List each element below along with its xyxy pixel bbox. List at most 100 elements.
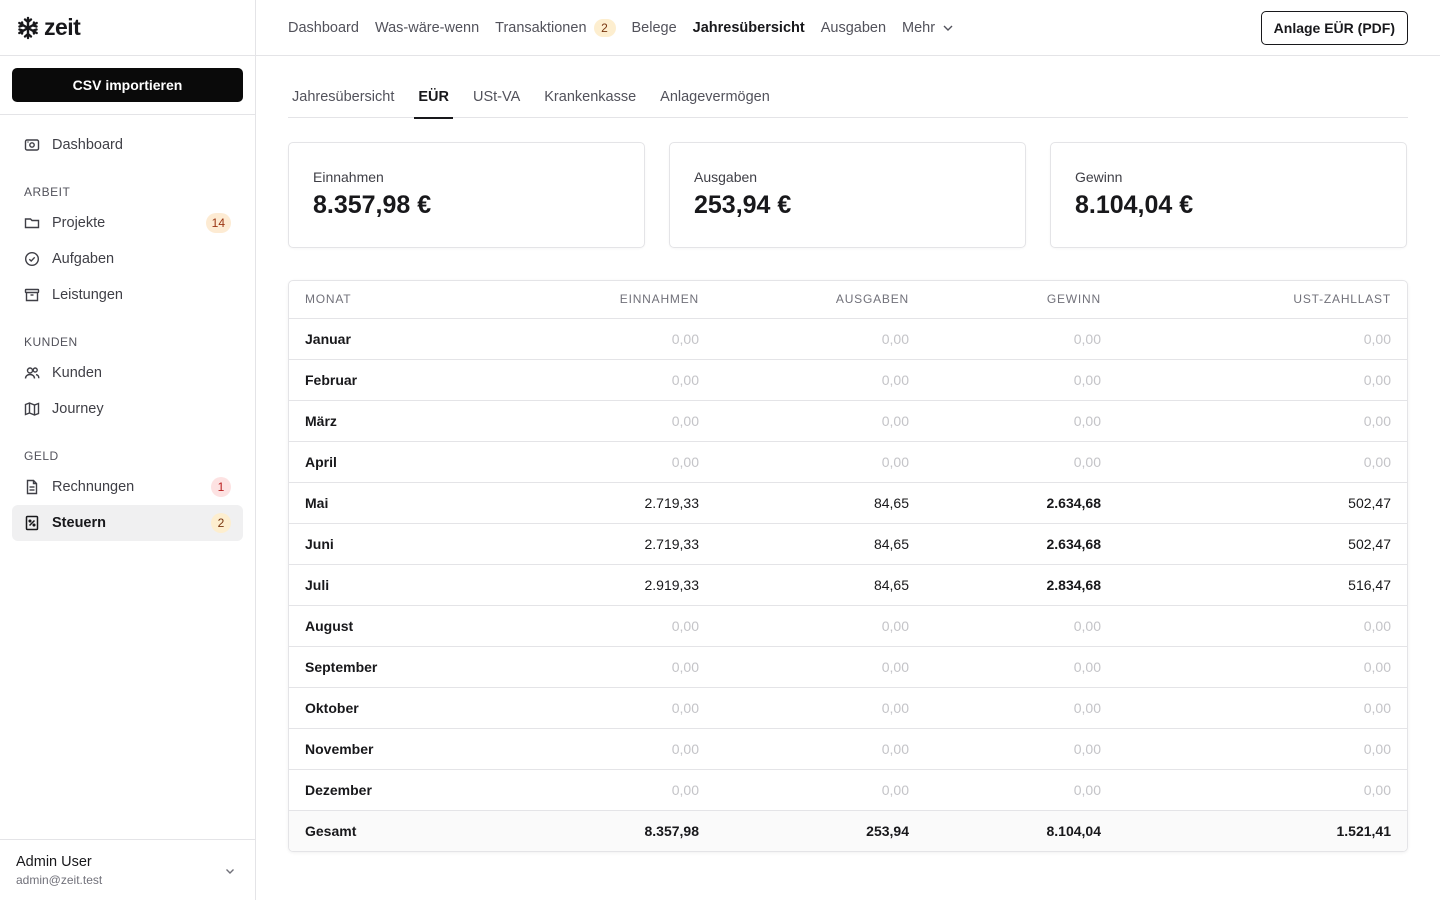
cell-income: 0,00 (499, 400, 715, 442)
cell-profit: 0,00 (925, 318, 1117, 360)
check-circle-icon (24, 251, 40, 267)
cell-income: 0,00 (499, 728, 715, 770)
dashboard-icon (24, 137, 40, 153)
topnav-more[interactable]: Mehr (902, 20, 954, 36)
cell-expenses: 0,00 (715, 769, 925, 811)
sidebar-item-kunden[interactable]: Kunden (12, 355, 243, 391)
cell-expenses: 0,00 (715, 646, 925, 688)
logo[interactable]: zeit (0, 0, 255, 56)
cell-expenses: 84,65 (715, 564, 925, 606)
topnav-transactions-label: Transaktionen (495, 19, 587, 36)
cell-expenses: 253,94 (715, 810, 925, 851)
invoices-count-badge: 1 (211, 477, 231, 497)
sidebar-item-label: Dashboard (52, 137, 123, 153)
cell-vat-liability: 0,00 (1117, 441, 1407, 483)
cell-vat-liability: 516,47 (1117, 564, 1407, 606)
tab-eur[interactable]: EÜR (414, 80, 453, 119)
table-row: August 0,00 0,00 0,00 0,00 (289, 605, 1407, 647)
income-label: Einnahmen (313, 169, 384, 185)
tab-fixed-assets[interactable]: Anlagevermögen (656, 80, 774, 118)
sidebar-item-rechnungen[interactable]: Rechnungen 1 (12, 469, 243, 505)
snowflake-logo-icon (16, 16, 40, 40)
topnav-dashboard[interactable]: Dashboard (288, 20, 359, 36)
cell-profit: 0,00 (925, 769, 1117, 811)
section-label-kunden: KUNDEN (24, 335, 78, 349)
file-icon (24, 479, 40, 495)
csv-import-button[interactable]: CSV importieren (12, 68, 243, 102)
topnav-expenses[interactable]: Ausgaben (821, 20, 886, 36)
topnav-annual-overview[interactable]: Jahresübersicht (693, 20, 805, 36)
cell-vat-liability: 1.521,41 (1117, 810, 1407, 851)
cell-expenses: 0,00 (715, 728, 925, 770)
cell-profit: 8.104,04 (925, 810, 1117, 851)
cell-vat-liability: 0,00 (1117, 728, 1407, 770)
cell-income: 0,00 (499, 646, 715, 688)
table-body: Januar 0,00 0,00 0,00 0,00 Februar 0,00 0,00 0,0… (289, 318, 1407, 851)
cell-expenses: 84,65 (715, 523, 925, 565)
income-card: Einnahmen 8.357,98 € (288, 142, 645, 248)
cell-month: April (289, 441, 499, 483)
cell-income: 0,00 (499, 769, 715, 811)
cell-income: 2.719,33 (499, 523, 715, 565)
table-header-row: MONAT EINNAHMEN AUSGABEN GEWINN UST-ZAHL… (289, 281, 1407, 319)
cell-profit: 2.634,68 (925, 523, 1117, 565)
sidebar-item-leistungen[interactable]: Leistungen (12, 277, 243, 313)
table-row: Mai 2.719,33 84,65 2.634,68 502,47 (289, 482, 1407, 524)
taxes-count-badge: 2 (211, 513, 231, 533)
tab-ust-va[interactable]: USt-VA (469, 80, 524, 118)
eur-monthly-table: MONAT EINNAHMEN AUSGABEN GEWINN UST-ZAHL… (288, 280, 1408, 852)
table-row: September 0,00 0,00 0,00 0,00 (289, 646, 1407, 688)
main-content: Jahresübersicht EÜR USt-VA Krankenkasse … (288, 56, 1408, 852)
expenses-label: Ausgaben (694, 169, 758, 185)
cell-month: März (289, 400, 499, 442)
table-row: Februar 0,00 0,00 0,00 0,00 (289, 359, 1407, 401)
profit-value: 8.104,04 € (1075, 191, 1194, 219)
sidebar-item-label: Aufgaben (52, 251, 115, 267)
topnav-what-if[interactable]: Was-wäre-wenn (375, 20, 479, 36)
transactions-count-badge: 2 (593, 18, 616, 37)
chevron-down-icon (223, 864, 237, 878)
chevron-down-icon (942, 22, 954, 34)
sidebar-item-projekte[interactable]: Projekte 14 (12, 205, 243, 241)
sidebar-item-journey[interactable]: Journey (12, 391, 243, 427)
cell-profit: 0,00 (925, 646, 1117, 688)
cell-vat-liability: 502,47 (1117, 482, 1407, 524)
cell-vat-liability: 502,47 (1117, 523, 1407, 565)
cell-vat-liability: 0,00 (1117, 400, 1407, 442)
cell-expenses: 0,00 (715, 400, 925, 442)
column-header-month: MONAT (289, 281, 499, 319)
tab-health-insurance[interactable]: Krankenkasse (540, 80, 640, 118)
sidebar-item-dashboard[interactable]: Dashboard (12, 127, 243, 163)
sidebar-item-steuern[interactable]: Steuern 2 (12, 505, 243, 541)
table-row: März 0,00 0,00 0,00 0,00 (289, 400, 1407, 442)
sidebar-item-label: Steuern (52, 515, 106, 531)
cell-income: 0,00 (499, 441, 715, 483)
user-menu[interactable]: Admin User admin@zeit.test (0, 839, 255, 900)
cell-month: Gesamt (289, 810, 499, 851)
cell-profit: 0,00 (925, 400, 1117, 442)
cell-month: Oktober (289, 687, 499, 729)
topnav-receipts[interactable]: Belege (632, 20, 677, 36)
cell-profit: 0,00 (925, 728, 1117, 770)
sidebar-nav: Dashboard ARBEIT Projekte 14 Aufgaben Le… (0, 115, 255, 541)
cell-month: Juli (289, 564, 499, 606)
export-eur-pdf-button[interactable]: Anlage EÜR (PDF) (1260, 11, 1408, 45)
tab-annual-overview[interactable]: Jahresübersicht (288, 80, 398, 118)
cell-month: Januar (289, 318, 499, 360)
cell-month: September (289, 646, 499, 688)
cell-profit: 2.834,68 (925, 564, 1117, 606)
cell-vat-liability: 0,00 (1117, 646, 1407, 688)
column-header-profit: GEWINN (925, 281, 1117, 319)
archive-icon (24, 287, 40, 303)
table-row: Oktober 0,00 0,00 0,00 0,00 (289, 687, 1407, 729)
cell-month: November (289, 728, 499, 770)
column-header-income: EINNAHMEN (499, 281, 715, 319)
topnav-transactions[interactable]: Transaktionen 2 (495, 18, 616, 37)
app-name: zeit (44, 14, 81, 40)
folder-icon (24, 215, 40, 231)
income-value: 8.357,98 € (313, 191, 432, 219)
cell-profit: 0,00 (925, 359, 1117, 401)
column-header-expenses: AUSGABEN (715, 281, 925, 319)
sidebar-item-aufgaben[interactable]: Aufgaben (12, 241, 243, 277)
map-icon (24, 401, 40, 417)
